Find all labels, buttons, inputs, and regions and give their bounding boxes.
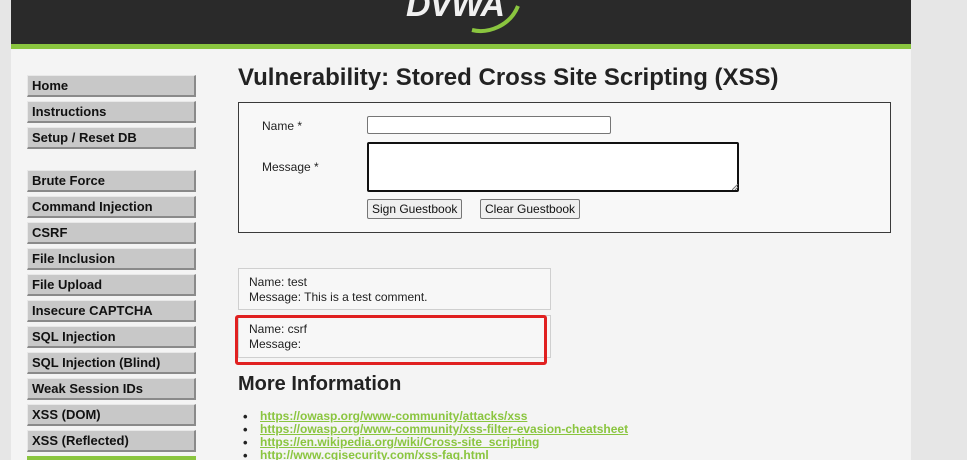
menu-item-file-inclusion[interactable]: File Inclusion: [27, 248, 196, 270]
menu-item-xss-stored-active[interactable]: [27, 456, 196, 460]
menu-item-home[interactable]: Home: [27, 75, 196, 97]
menu-item-csrf[interactable]: CSRF: [27, 222, 196, 244]
menu-item-xss-reflected[interactable]: XSS (Reflected): [27, 430, 196, 452]
entry-name: Name: test: [249, 275, 308, 289]
name-label: Name *: [262, 119, 303, 133]
entry-name: Name: csrf: [249, 322, 308, 336]
entry-message: Message:: [249, 337, 302, 351]
menu-group-vulnerabilities: Brute Force Command Injection CSRF File …: [27, 170, 197, 460]
menu-item-weak-session-ids[interactable]: Weak Session IDs: [27, 378, 196, 400]
main-content: Vulnerability: Stored Cross Site Scripti…: [235, 60, 908, 460]
more-information-heading: More Information: [238, 373, 402, 395]
menu-item-xss-dom[interactable]: XSS (DOM): [27, 404, 196, 426]
reference-link[interactable]: http://www.cgisecurity.com/xss-faq.html: [260, 448, 489, 460]
menu-item-insecure-captcha[interactable]: Insecure CAPTCHA: [27, 300, 196, 322]
menu-item-sql-injection[interactable]: SQL Injection: [27, 326, 196, 348]
menu-item-sql-injection-blind[interactable]: SQL Injection (Blind): [27, 352, 196, 374]
guestbook-form: Name * Message * Sign Guestbook Clear Gu…: [238, 102, 891, 233]
entry-message: Message: This is a test comment.: [249, 290, 428, 304]
menu-item-command-injection[interactable]: Command Injection: [27, 196, 196, 218]
guestbook-entry: Name: test Message: This is a test comme…: [238, 268, 551, 310]
link-item: http://www.cgisecurity.com/xss-faq.html: [243, 448, 628, 460]
page-wrapper: DVWA Home Instructions Setup / Reset DB …: [11, 0, 911, 460]
reference-link[interactable]: https://en.wikipedia.org/wiki/Cross-site…: [260, 435, 539, 449]
site-header: DVWA: [11, 0, 911, 49]
clear-guestbook-button[interactable]: Clear Guestbook: [480, 199, 581, 219]
reference-link[interactable]: https://owasp.org/www-community/xss-filt…: [260, 422, 628, 436]
menu-item-setup[interactable]: Setup / Reset DB: [27, 127, 196, 149]
message-textarea[interactable]: [367, 142, 739, 192]
menu-item-brute-force[interactable]: Brute Force: [27, 170, 196, 192]
guestbook-entry: Name: csrf Message:: [238, 315, 551, 358]
menu-divider: [27, 153, 197, 170]
name-input[interactable]: [367, 116, 611, 134]
page-title: Vulnerability: Stored Cross Site Scripti…: [238, 64, 779, 91]
menu-item-file-upload[interactable]: File Upload: [27, 274, 196, 296]
sign-guestbook-button[interactable]: Sign Guestbook: [367, 199, 463, 219]
message-label: Message *: [262, 160, 319, 174]
side-menu: Home Instructions Setup / Reset DB Brute…: [27, 75, 197, 460]
menu-group-main: Home Instructions Setup / Reset DB: [27, 75, 197, 149]
reference-links: https://owasp.org/www-community/attacks/…: [243, 409, 628, 460]
resize-grip-icon[interactable]: [732, 184, 738, 190]
menu-item-instructions[interactable]: Instructions: [27, 101, 196, 123]
reference-link[interactable]: https://owasp.org/www-community/attacks/…: [260, 409, 527, 423]
logo-swoosh-icon: [471, 5, 520, 33]
